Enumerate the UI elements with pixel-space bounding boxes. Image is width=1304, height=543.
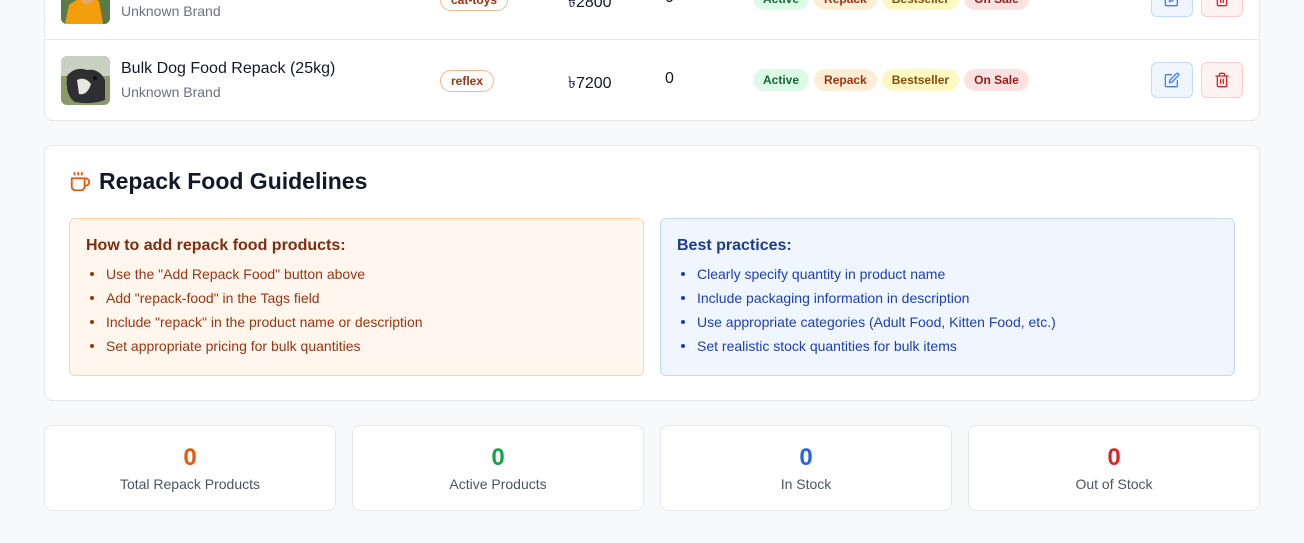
status-badges: Active Repack Bestseller On Sale <box>753 69 1029 91</box>
table-row: Bulk Dog Food Repack (25kg) Unknown Bran… <box>45 40 1259 120</box>
product-price: ৳2800 <box>568 0 612 11</box>
best-practices-list: Clearly specify quantity in product name… <box>677 262 1218 358</box>
guidelines-title: Repack Food Guidelines <box>99 168 368 194</box>
table-row: Unknown Brand cat-toys ৳2800 0 Active Re… <box>45 0 1259 40</box>
stat-card-in-stock: 0 In Stock <box>660 425 952 511</box>
stat-value: 0 <box>1107 444 1121 471</box>
list-item: Clearly specify quantity in product name <box>677 262 1218 286</box>
stat-label: Active Products <box>449 476 547 492</box>
best-practices-heading: Best practices: <box>677 237 792 254</box>
status-badge-on-sale: On Sale <box>964 0 1029 10</box>
trash-icon <box>1216 0 1228 7</box>
list-item: Use the "Add Repack Food" button above <box>86 262 627 286</box>
best-practices-box: Best practices: Clearly specify quantity… <box>660 218 1235 376</box>
product-brand: Unknown Brand <box>121 84 221 100</box>
products-table: Unknown Brand cat-toys ৳2800 0 Active Re… <box>44 0 1260 121</box>
status-badge-bestseller: Bestseller <box>881 0 960 10</box>
coffee-cup-icon <box>70 171 91 191</box>
status-badges: Active Repack Bestseller On Sale <box>753 0 1029 10</box>
stat-card-out-of-stock: 0 Out of Stock <box>968 425 1260 511</box>
how-to-heading: How to add repack food products: <box>86 237 346 254</box>
how-to-list: Use the "Add Repack Food" button above A… <box>86 262 627 358</box>
trash-icon <box>1215 72 1229 88</box>
stat-value: 0 <box>799 444 813 471</box>
edit-icon <box>1164 72 1180 88</box>
repack-guidelines-card: Repack Food Guidelines How to add repack… <box>44 145 1260 401</box>
product-tag: cat-toys <box>440 0 509 11</box>
status-badge-active: Active <box>753 0 810 10</box>
list-item: Set appropriate pricing for bulk quantit… <box>86 334 627 358</box>
status-badge-repack: Repack <box>814 0 877 10</box>
status-badge-on-sale: On Sale <box>964 69 1029 91</box>
list-item: Use appropriate categories (Adult Food, … <box>677 310 1218 334</box>
stat-value: 0 <box>183 444 197 471</box>
list-item: Set realistic stock quantities for bulk … <box>677 334 1218 358</box>
delete-button[interactable] <box>1201 0 1243 17</box>
edit-icon <box>1164 0 1178 7</box>
status-badge-repack: Repack <box>814 69 877 91</box>
stat-value: 0 <box>491 444 505 471</box>
status-badge-active: Active <box>753 69 810 91</box>
product-price: ৳7200 <box>568 75 612 92</box>
product-photo-icon <box>61 0 110 24</box>
list-item: Include "repack" in the product name or … <box>86 310 627 334</box>
list-item: Include packaging information in descrip… <box>677 286 1218 310</box>
product-tag: reflex <box>440 70 495 92</box>
edit-button[interactable] <box>1151 0 1193 17</box>
dog-photo-icon <box>61 56 110 105</box>
product-stock: 0 <box>665 70 674 87</box>
delete-button[interactable] <box>1201 62 1243 98</box>
edit-button[interactable] <box>1151 62 1193 98</box>
product-name: Bulk Dog Food Repack (25kg) <box>121 60 336 77</box>
product-stock: 0 <box>665 0 674 7</box>
stat-card-total-repack: 0 Total Repack Products <box>44 425 336 511</box>
stat-card-active: 0 Active Products <box>352 425 644 511</box>
status-badge-bestseller: Bestseller <box>881 69 960 91</box>
product-brand: Unknown Brand <box>121 3 221 19</box>
stat-label: Out of Stock <box>1075 476 1153 492</box>
how-to-add-box: How to add repack food products: Use the… <box>69 218 644 376</box>
stat-label: In Stock <box>780 476 832 492</box>
guidelines-header: Repack Food Guidelines <box>69 168 367 195</box>
stat-label: Total Repack Products <box>119 476 261 492</box>
list-item: Add "repack-food" in the Tags field <box>86 286 627 310</box>
